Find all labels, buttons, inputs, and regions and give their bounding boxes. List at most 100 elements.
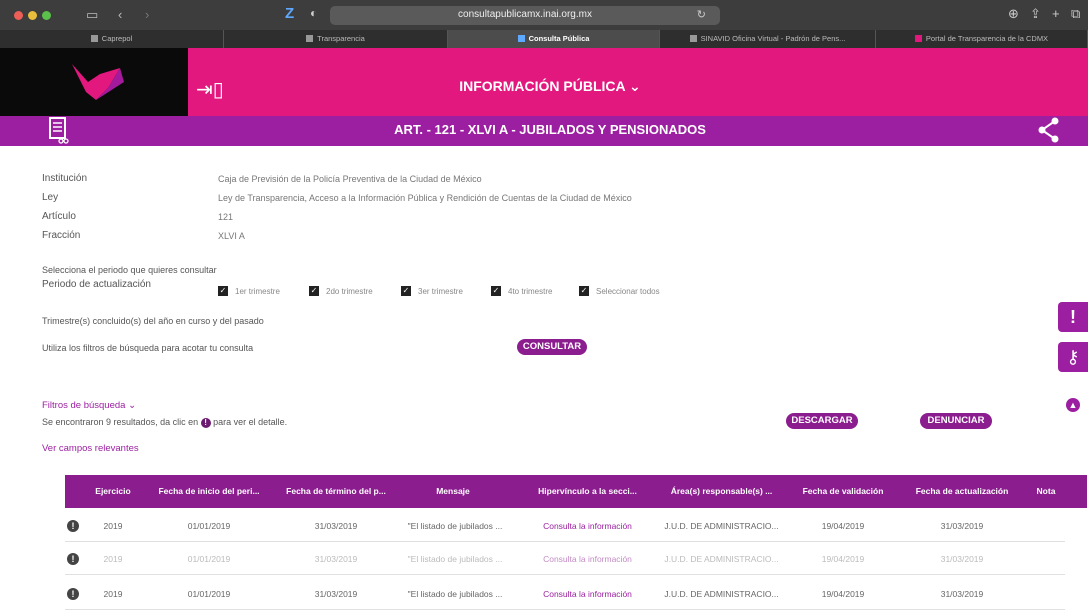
checkbox-checked-icon[interactable]: ✓ xyxy=(309,286,319,296)
col-fecha-termino[interactable]: Fecha de término del p... xyxy=(277,475,395,508)
fraccion-label: Fracción xyxy=(42,230,81,241)
descargar-button[interactable]: DESCARGAR xyxy=(786,413,858,429)
row-info-icon[interactable]: ! xyxy=(67,588,79,600)
search-hint: Utiliza los filtros de búsqueda para aco… xyxy=(42,343,254,353)
period-note: Trimestre(s) concluido(s) del año en cur… xyxy=(42,316,264,326)
browser-tabs: Caprepol Transparencia Consulta Pública … xyxy=(0,30,1088,48)
cell-hipervinculo-link[interactable]: Consulta la información xyxy=(525,578,650,610)
col-hipervinculo[interactable]: Hipervínculo a la secci... xyxy=(525,475,650,508)
tab-label: Transparencia xyxy=(317,34,365,43)
results-table-header: Ejercicio Fecha de inicio del peri... Fe… xyxy=(65,475,1087,508)
ver-campos-relevantes-link[interactable]: Ver campos relevantes xyxy=(42,443,139,454)
back-icon[interactable]: ‹ xyxy=(118,6,122,24)
address-bar[interactable]: consultapublicamx.inai.org.mx ↻ xyxy=(330,6,720,25)
cell-ejercicio: 2019 xyxy=(103,589,123,599)
col-areas-responsables[interactable]: Área(s) responsable(s) ... xyxy=(659,475,784,508)
cell-hipervinculo-link[interactable]: Consulta la información xyxy=(525,510,650,542)
row-info-icon[interactable]: ! xyxy=(67,520,79,532)
new-tab-icon[interactable]: + xyxy=(1052,6,1060,21)
articulo-label: Artículo xyxy=(42,211,76,222)
sidebar-icon[interactable]: ▭ xyxy=(86,6,98,24)
checkbox-1er-trimestre[interactable]: ✓ 1er trimestre xyxy=(218,286,280,296)
col-fecha-inicio[interactable]: Fecha de inicio del peri... xyxy=(149,475,269,508)
info-icon: ! xyxy=(200,418,211,428)
row-info-icon[interactable]: ! xyxy=(67,553,79,565)
checkbox-checked-icon[interactable]: ✓ xyxy=(401,286,411,296)
zoom-window-button[interactable] xyxy=(42,11,51,20)
extension-z-icon[interactable]: Z xyxy=(285,5,294,22)
url-text: consultapublicamx.inai.org.mx xyxy=(458,9,592,20)
site-logo[interactable] xyxy=(0,48,188,116)
tab-sinavid[interactable]: SINAVID Oficina Virtual - Padrón de Pens… xyxy=(660,30,876,48)
tab-portal-cdmx[interactable]: Portal de Transparencia de la CDMX xyxy=(876,30,1088,48)
cell-mensaje: "El listado de jubilados ... xyxy=(407,589,503,599)
document-icon xyxy=(49,117,69,144)
period-prompt: Selecciona el periodo que quieres consul… xyxy=(42,265,217,275)
browser-chrome: ▭ ‹ › Z ◐ consultapublicamx.inai.org.mx … xyxy=(0,0,1088,48)
ley-label: Ley xyxy=(42,192,59,203)
cell-mensaje: "El listado de jubilados ... xyxy=(407,554,503,564)
tab-label: Portal de Transparencia de la CDMX xyxy=(925,34,1049,43)
cell-hipervinculo-link[interactable]: Consulta la información xyxy=(525,543,650,575)
checkbox-checked-icon[interactable]: ✓ xyxy=(218,286,228,296)
tab-label: Caprepol xyxy=(101,34,133,43)
checkbox-label: 2do trimestre xyxy=(326,286,373,296)
cell-area: J.U.D. DE ADMINISTRACIO... xyxy=(664,521,779,531)
institucion-label: Institución xyxy=(42,173,88,184)
download-icon[interactable]: ⊕ xyxy=(1008,6,1019,22)
tab-caprepol[interactable]: Caprepol xyxy=(0,30,224,48)
cell-fecha-validacion: 19/04/2019 xyxy=(821,554,865,564)
share-icon[interactable] xyxy=(1038,117,1060,143)
checkbox-4to-trimestre[interactable]: ✓ 4to trimestre xyxy=(491,286,552,296)
filtros-busqueda-toggle[interactable]: Filtros de búsqueda ⌄ xyxy=(42,400,136,411)
login-icon[interactable]: ⇥▯ xyxy=(196,80,224,100)
cell-area: J.U.D. DE ADMINISTRACIO... xyxy=(664,589,779,599)
checkbox-label: 4to trimestre xyxy=(508,286,553,296)
checkbox-checked-icon[interactable]: ✓ xyxy=(491,286,501,296)
cell-fecha-termino: 31/03/2019 xyxy=(314,521,358,531)
close-window-button[interactable] xyxy=(14,11,23,20)
alert-icon[interactable]: ! xyxy=(1058,302,1088,332)
checkbox-checked-icon[interactable]: ✓ xyxy=(579,286,589,296)
cell-fecha-inicio: 01/01/2019 xyxy=(187,521,231,531)
col-fecha-validacion[interactable]: Fecha de validación xyxy=(795,475,891,508)
tab-transparencia[interactable]: Transparencia xyxy=(224,30,448,48)
cell-fecha-termino: 31/03/2019 xyxy=(314,554,358,564)
checkbox-seleccionar-todos[interactable]: ✓ Seleccionar todos xyxy=(579,286,660,296)
col-fecha-actualizacion[interactable]: Fecha de actualización xyxy=(903,475,1021,508)
reload-icon[interactable]: ↻ xyxy=(697,8,706,21)
col-nota[interactable]: Nota xyxy=(1027,475,1065,508)
accessibility-key-icon[interactable]: ⚷ xyxy=(1058,342,1088,372)
denunciar-button[interactable]: DENUNCIAR xyxy=(920,413,992,429)
tab-label: Consulta Pública xyxy=(528,34,590,43)
table-row[interactable]: ! 2019 01/01/2019 31/03/2019 "El listado… xyxy=(65,510,1065,542)
checkbox-label: 3er trimestre xyxy=(418,286,463,296)
checkbox-3er-trimestre[interactable]: ✓ 3er trimestre xyxy=(401,286,463,296)
cell-ejercicio: 2019 xyxy=(103,521,123,531)
institucion-value: Caja de Previsión de la Policía Preventi… xyxy=(218,174,482,184)
col-mensaje[interactable]: Mensaje xyxy=(423,475,483,508)
table-row[interactable]: ! 2019 01/01/2019 31/03/2019 "El listado… xyxy=(65,543,1065,575)
tab-favicon-icon xyxy=(914,35,922,42)
checkbox-2do-trimestre[interactable]: ✓ 2do trimestre xyxy=(309,286,373,296)
ley-value: Ley de Transparencia, Acceso a la Inform… xyxy=(218,193,632,203)
cell-fecha-inicio: 01/01/2019 xyxy=(187,589,231,599)
privacy-shield-icon[interactable]: ◐ xyxy=(310,6,317,20)
tab-consulta-publica[interactable]: Consulta Pública xyxy=(448,30,660,48)
page-title[interactable]: INFORMACIÓN PÚBLICA ⌄ xyxy=(440,78,660,95)
col-ejercicio[interactable]: Ejercicio xyxy=(87,475,139,508)
cell-fecha-inicio: 01/01/2019 xyxy=(187,554,231,564)
scroll-top-icon[interactable]: ▲ xyxy=(1066,398,1080,412)
forward-icon[interactable]: › xyxy=(145,6,149,24)
tab-overview-icon[interactable]: ⧉ xyxy=(1071,6,1080,22)
fraccion-value: XLVI A xyxy=(218,231,245,241)
article-title: ART. - 121 - XLVI A - JUBILADOS Y PENSIO… xyxy=(394,122,706,137)
table-row[interactable]: ! 2019 01/01/2019 31/03/2019 "El listado… xyxy=(65,578,1065,610)
cell-fecha-actualizacion: 31/03/2019 xyxy=(940,521,984,531)
cell-fecha-validacion: 19/04/2019 xyxy=(821,521,865,531)
consultar-button[interactable]: CONSULTAR xyxy=(517,339,587,355)
tab-favicon-icon xyxy=(306,35,314,42)
tab-favicon-icon xyxy=(517,35,525,42)
share-browser-icon[interactable]: ⇪ xyxy=(1030,6,1041,22)
minimize-window-button[interactable] xyxy=(28,11,37,20)
